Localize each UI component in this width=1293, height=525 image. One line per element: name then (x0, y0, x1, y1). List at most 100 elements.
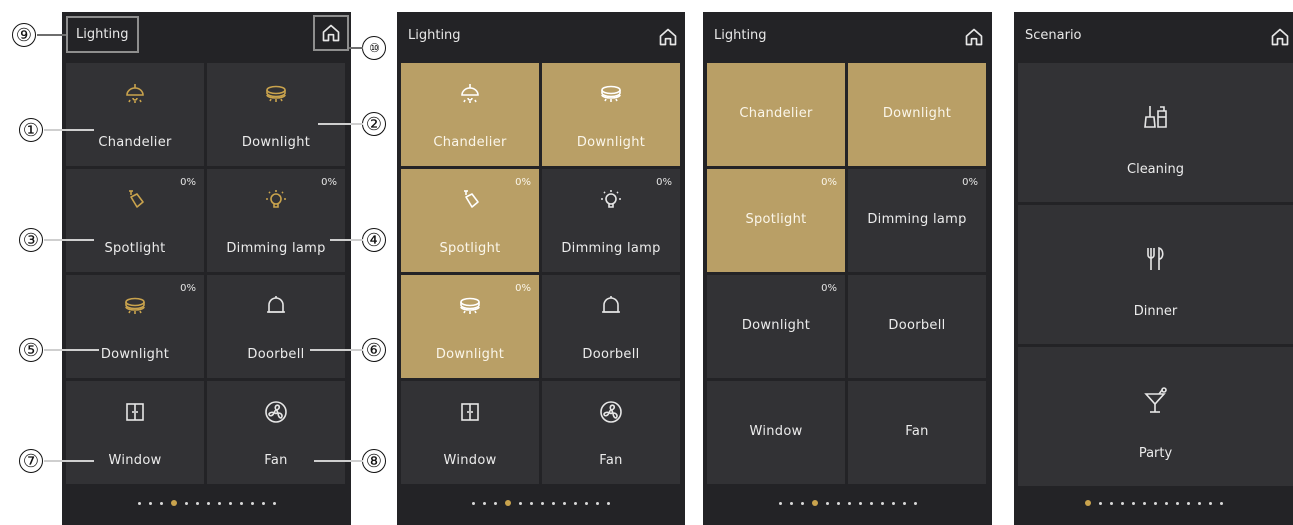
page-dot[interactable] (1197, 501, 1201, 505)
page-indicator[interactable] (62, 500, 351, 506)
tile-chandelier[interactable]: Chandelier (707, 63, 845, 166)
tile-fan[interactable]: Fan (542, 381, 680, 484)
home-button[interactable] (313, 15, 349, 51)
page-dot[interactable] (530, 501, 533, 505)
page-dot[interactable] (1175, 501, 1179, 505)
tile-spotlight[interactable]: 0% Spotlight (401, 169, 539, 272)
page-dot[interactable] (159, 501, 163, 505)
page-dot-active[interactable] (505, 500, 511, 506)
page-dot[interactable] (148, 501, 152, 505)
page-dot[interactable] (1153, 501, 1157, 505)
page-dot[interactable] (778, 501, 782, 505)
page-dot[interactable] (1142, 501, 1146, 505)
tile-downlight[interactable]: Downlight (207, 63, 345, 166)
tile-window[interactable]: Window (401, 381, 539, 484)
scene-dinner[interactable]: Dinner (1018, 205, 1293, 344)
tile-downlight-2[interactable]: 0% Downlight (66, 275, 204, 378)
page-dot[interactable] (836, 501, 840, 505)
tile-doorbell[interactable]: Doorbell (542, 275, 680, 378)
scene-party[interactable]: Party (1018, 347, 1293, 486)
page-dot[interactable] (195, 501, 199, 505)
page-dot[interactable] (1098, 501, 1102, 505)
page-dot[interactable] (184, 501, 188, 505)
page-dot[interactable] (541, 501, 544, 505)
callout-line-7 (44, 460, 94, 462)
home-button[interactable] (1269, 26, 1291, 48)
page-indicator[interactable] (397, 500, 685, 506)
tile-fan[interactable]: Fan (848, 381, 986, 484)
page-dot[interactable] (596, 501, 599, 505)
tile-spotlight[interactable]: 0% Spotlight (66, 169, 204, 272)
page-dot-active[interactable] (1084, 500, 1091, 506)
page-dot[interactable] (574, 501, 577, 505)
page-dot[interactable] (137, 501, 141, 505)
page-dot-active[interactable] (170, 500, 177, 506)
page-dot[interactable] (239, 501, 243, 505)
level-percent: 0% (821, 283, 837, 294)
page-dot[interactable] (880, 501, 884, 505)
page-dot[interactable] (789, 501, 793, 505)
page-dot[interactable] (607, 501, 610, 505)
page-dot[interactable] (272, 501, 276, 505)
tile-label: Spotlight (439, 241, 501, 256)
page-dot[interactable] (825, 501, 829, 505)
bell-icon (267, 296, 285, 313)
page-dot[interactable] (563, 501, 566, 505)
tile-window[interactable]: Window (707, 381, 845, 484)
page-dot[interactable] (891, 501, 895, 505)
tile-spotlight[interactable]: 0% Spotlight (707, 169, 845, 272)
page-title: Lighting (408, 28, 461, 43)
tile-window[interactable]: Window (66, 381, 204, 484)
page-dot[interactable] (206, 501, 210, 505)
page-dot[interactable] (858, 501, 862, 505)
tile-doorbell[interactable]: Doorbell (848, 275, 986, 378)
tile-downlight[interactable]: Downlight (542, 63, 680, 166)
page-dot[interactable] (902, 501, 906, 505)
page-dot[interactable] (869, 501, 873, 505)
page-dot[interactable] (483, 501, 486, 505)
home-button[interactable] (963, 26, 985, 48)
home-button[interactable] (657, 26, 679, 48)
page-dot[interactable] (1186, 501, 1190, 505)
tile-label: Spotlight (745, 212, 807, 227)
page-dot[interactable] (1131, 501, 1135, 505)
page-dot[interactable] (217, 501, 221, 505)
page-dot[interactable] (1164, 501, 1168, 505)
page-dot[interactable] (1208, 501, 1212, 505)
tile-fan[interactable]: Fan (207, 381, 345, 484)
page-dot[interactable] (519, 501, 522, 505)
page-dot[interactable] (847, 501, 851, 505)
tile-dimming-lamp[interactable]: 0% Dimming lamp (848, 169, 986, 272)
page-indicator[interactable] (1014, 500, 1293, 506)
tile-downlight[interactable]: Downlight (848, 63, 986, 166)
page-dot[interactable] (261, 501, 265, 505)
callout-9: ⑨ (12, 23, 36, 47)
page-dot[interactable] (1219, 501, 1223, 505)
home-icon (965, 28, 983, 46)
tile-dimming-lamp[interactable]: 0% Dimming lamp (542, 169, 680, 272)
page-dot[interactable] (228, 501, 232, 505)
tile-dimming-lamp[interactable]: 0% Dimming lamp (207, 169, 345, 272)
tile-downlight-2[interactable]: 0% Downlight (401, 275, 539, 378)
page-dot[interactable] (800, 501, 804, 505)
scene-cleaning[interactable]: Cleaning (1018, 63, 1293, 202)
tile-chandelier[interactable]: Chandelier (401, 63, 539, 166)
page-dot[interactable] (1120, 501, 1124, 505)
tile-label: Downlight (435, 347, 505, 362)
page-dot[interactable] (472, 501, 475, 505)
tile-downlight-2[interactable]: 0% Downlight (707, 275, 845, 378)
page-indicator[interactable] (703, 500, 992, 506)
page-dot[interactable] (585, 501, 588, 505)
callout-line-3 (44, 239, 94, 241)
tile-chandelier[interactable]: Chandelier (66, 63, 204, 166)
spotlight-icon (129, 190, 144, 208)
tile-label: Window (749, 424, 803, 439)
page-dot[interactable] (913, 501, 917, 505)
page-dot[interactable] (250, 501, 254, 505)
tile-doorbell[interactable]: Doorbell (207, 275, 345, 378)
page-dot-active[interactable] (811, 500, 818, 506)
page-dot[interactable] (1109, 501, 1113, 505)
page-dot[interactable] (552, 501, 555, 505)
page-dot[interactable] (494, 501, 497, 505)
callout-line-4 (330, 239, 363, 241)
